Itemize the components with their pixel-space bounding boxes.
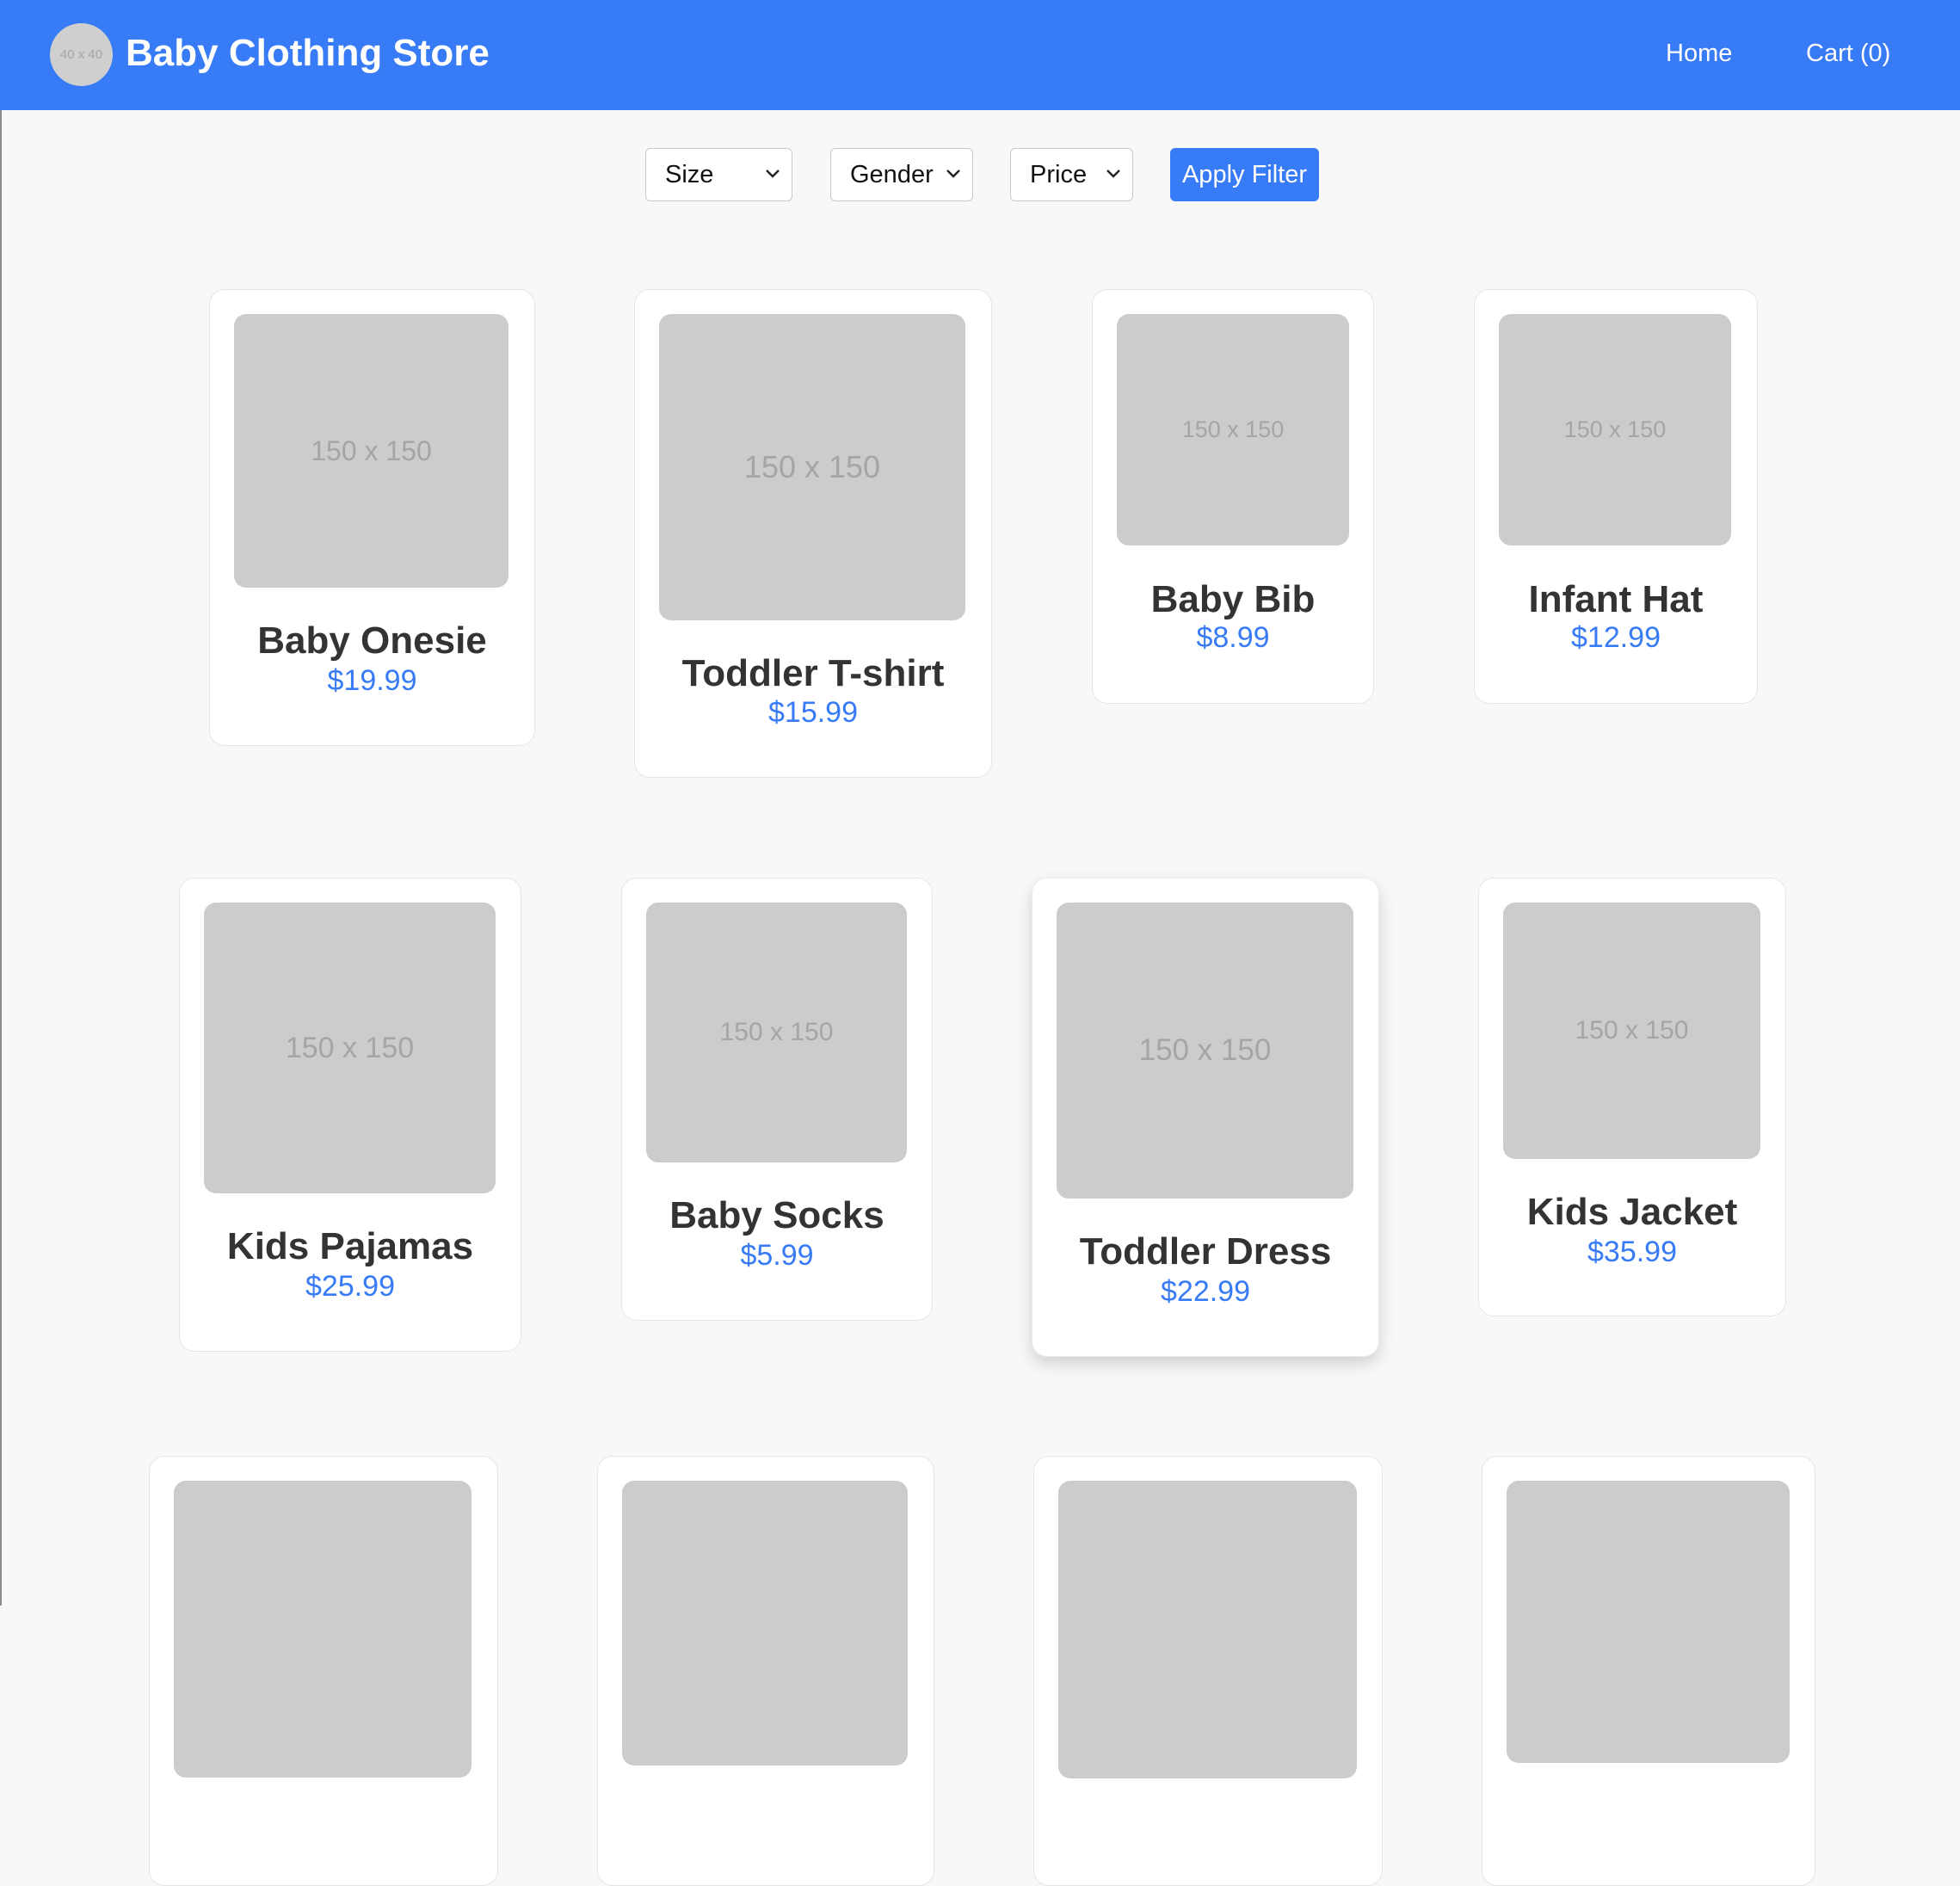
product-image: 150 x 150 (1057, 903, 1353, 1199)
product-image: 150 x 150 (1499, 314, 1731, 545)
product-price: $12.99 (1571, 621, 1661, 654)
product-card[interactable] (149, 1456, 498, 1886)
product-image (622, 1481, 908, 1766)
product-name: Baby Socks (669, 1194, 884, 1236)
size-filter-label: Size (665, 160, 714, 188)
product-image: 150 x 150 (659, 314, 965, 620)
product-name: Baby Onesie (257, 619, 487, 662)
nav-home-link[interactable]: Home (1666, 38, 1732, 69)
product-card[interactable] (1482, 1456, 1815, 1886)
price-filter-label: Price (1030, 160, 1088, 188)
apply-filter-button[interactable]: Apply Filter (1170, 148, 1319, 201)
product-card[interactable]: 150 x 150 Baby Bib $8.99 (1092, 289, 1374, 704)
product-image (1507, 1481, 1790, 1763)
gender-filter-label: Gender (850, 160, 934, 188)
product-card[interactable] (1033, 1456, 1383, 1886)
product-card[interactable]: 150 x 150 Kids Jacket $35.99 (1478, 878, 1786, 1316)
product-image: 150 x 150 (1117, 314, 1349, 545)
product-card[interactable]: 150 x 150 Baby Socks $5.99 (621, 878, 933, 1321)
product-name: Kids Pajamas (226, 1225, 474, 1267)
product-price: $15.99 (768, 696, 858, 729)
product-price: $22.99 (1161, 1275, 1250, 1308)
product-card[interactable]: 150 x 150 Toddler Dress $22.99 (1032, 878, 1379, 1357)
product-image: 150 x 150 (234, 314, 508, 588)
product-price: $25.99 (305, 1270, 395, 1303)
product-price: $5.99 (740, 1239, 814, 1272)
product-image (174, 1481, 472, 1778)
product-image: 150 x 150 (646, 903, 907, 1162)
product-card[interactable]: 150 x 150 Baby Onesie $19.99 (209, 289, 535, 746)
product-card[interactable]: 150 x 150 Toddler T-shirt $15.99 (634, 289, 992, 778)
window-edge (0, 0, 2, 1606)
chevron-down-icon (946, 169, 960, 178)
product-card[interactable]: 150 x 150 Infant Hat $12.99 (1474, 289, 1758, 704)
chevron-down-icon (1106, 169, 1120, 178)
product-name: Infant Hat (1528, 578, 1704, 620)
nav-cart-link[interactable]: Cart (0) (1806, 38, 1890, 69)
gender-filter-select[interactable]: Gender (830, 148, 973, 201)
product-image: 150 x 150 (1503, 903, 1760, 1159)
product-card[interactable] (597, 1456, 934, 1886)
chevron-down-icon (766, 169, 780, 178)
product-image: 150 x 150 (204, 903, 496, 1193)
product-image (1058, 1481, 1357, 1778)
price-filter-select[interactable]: Price (1010, 148, 1133, 201)
product-card[interactable]: 150 x 150 Kids Pajamas $25.99 (179, 878, 521, 1352)
store-logo[interactable]: 40 x 40 (50, 23, 113, 86)
product-name: Toddler Dress (1079, 1230, 1332, 1273)
product-price: $19.99 (327, 664, 417, 697)
product-name: Kids Jacket (1526, 1191, 1738, 1233)
product-name: Baby Bib (1150, 578, 1316, 620)
size-filter-select[interactable]: Size (645, 148, 792, 201)
product-price: $35.99 (1587, 1236, 1677, 1268)
product-name: Toddler T-shirt (681, 652, 945, 694)
top-navbar: 40 x 40 Baby Clothing Store Home Cart (0… (0, 0, 1960, 110)
store-title: Baby Clothing Store (126, 32, 490, 74)
product-price: $8.99 (1196, 621, 1270, 654)
